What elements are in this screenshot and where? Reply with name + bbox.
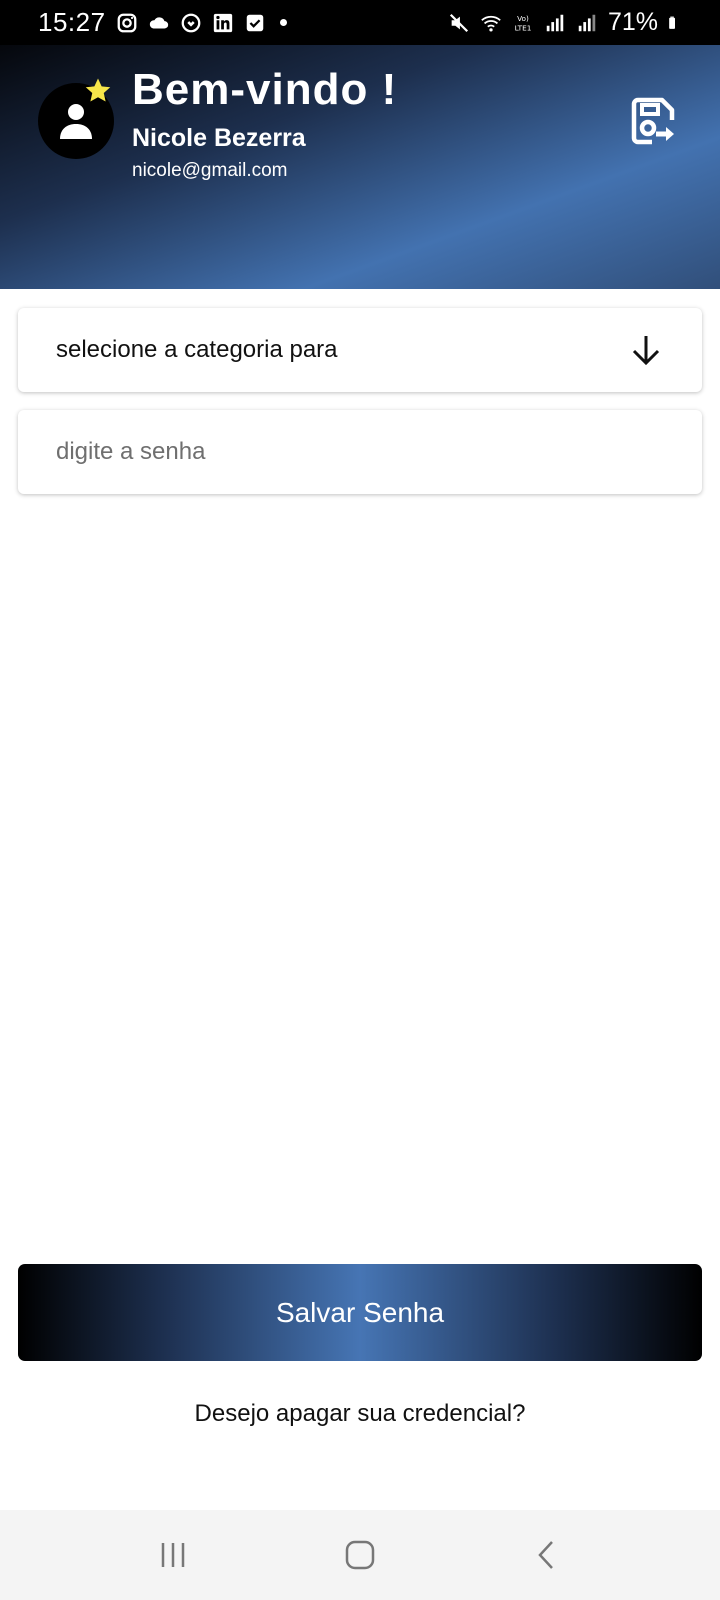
password-field-container: [18, 410, 702, 494]
screen: 15:27 Vo) LTE1 71% Bem-vindo ! Nicole Be…: [0, 0, 720, 1600]
notification-dot: [279, 19, 287, 26]
password-input[interactable]: [56, 438, 664, 466]
home-icon: [345, 1540, 375, 1570]
category-select-label: selecione a categoria para: [56, 336, 338, 363]
battery-percent: 71%: [607, 8, 658, 36]
wifi-icon: [481, 15, 501, 32]
back-icon: [537, 1541, 553, 1569]
star-icon: [85, 78, 111, 102]
save-logout-icon[interactable]: [628, 96, 680, 148]
instagram-icon: [117, 13, 136, 32]
lte-icon: Vo)LTE1: [515, 14, 532, 32]
recent-apps-icon: [162, 1543, 185, 1567]
status-bar-left: 15:27: [38, 7, 287, 38]
signal-icon: [578, 14, 596, 31]
mute-icon: [449, 13, 469, 32]
svg-text:LTE1: LTE1: [515, 23, 532, 32]
delete-credential-link[interactable]: Desejo apagar sua credencial?: [0, 1400, 720, 1428]
check-icon: [246, 14, 263, 31]
cloud-icon: [149, 16, 168, 28]
status-bar-right: Vo) LTE1 71%: [448, 8, 682, 37]
save-password-button[interactable]: Salvar Senha: [18, 1264, 702, 1361]
user-icon: [60, 104, 92, 139]
signal-icon: [546, 14, 564, 31]
linkedin-icon: [213, 13, 232, 32]
back-button[interactable]: [517, 1525, 577, 1585]
user-name: Nicole Bezerra: [132, 124, 306, 152]
home-button[interactable]: [330, 1525, 390, 1585]
system-nav-bar: [0, 1510, 720, 1600]
status-time: 15:27: [38, 7, 106, 37]
sync-icon: [181, 13, 200, 32]
welcome-title: Bem-vindo !: [132, 65, 398, 114]
svg-text:Vo): Vo): [517, 14, 529, 23]
status-bar: 15:27 Vo) LTE1 71%: [0, 0, 720, 45]
user-email: nicole@gmail.com: [132, 160, 288, 181]
battery-icon: [669, 16, 675, 29]
recent-apps-button[interactable]: [143, 1525, 203, 1585]
category-select[interactable]: selecione a categoria para: [18, 308, 702, 392]
arrow-down-icon: [632, 336, 660, 366]
